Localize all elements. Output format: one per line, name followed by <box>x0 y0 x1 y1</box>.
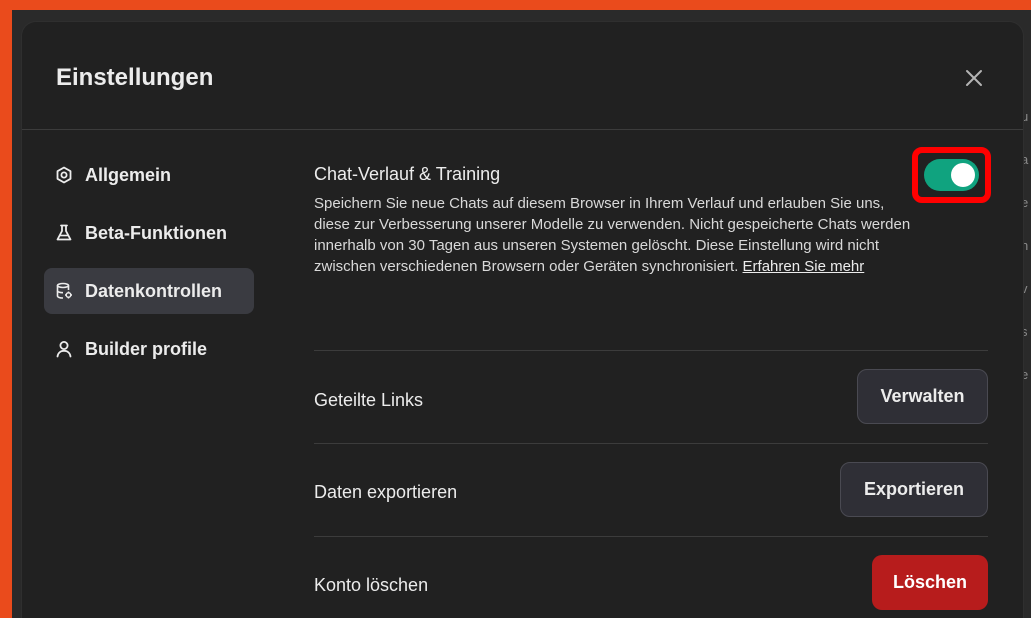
close-button[interactable] <box>960 64 988 92</box>
export-data-button[interactable]: Exportieren <box>840 462 988 517</box>
shared-links-label: Geteilte Links <box>314 390 424 410</box>
delete-account-label: Konto löschen <box>314 575 429 595</box>
person-icon <box>54 339 74 359</box>
sidebar-item-label: Beta-Funktionen <box>85 222 227 243</box>
gear-icon <box>54 165 74 185</box>
sidebar-item-datenkontrollen[interactable]: Datenkontrollen <box>44 268 254 314</box>
modal-header: Einstellungen <box>22 22 1023 130</box>
toggle-knob <box>951 163 975 187</box>
settings-sidebar: Allgemein Beta-Funktionen Datenkontrolle… <box>44 152 279 384</box>
export-data-label: Daten exportieren <box>314 482 458 502</box>
flask-icon <box>54 223 74 243</box>
divider <box>314 350 988 351</box>
divider <box>314 443 988 444</box>
settings-modal: Einstellungen Allgemein Beta-Funktionen … <box>22 22 1023 618</box>
modal-title: Einstellungen <box>56 64 214 91</box>
history-title: Chat-Verlauf & Training <box>314 164 501 184</box>
sidebar-item-builder-profile[interactable]: Builder profile <box>44 326 254 372</box>
database-icon <box>54 281 74 301</box>
divider <box>314 536 988 537</box>
sidebar-item-beta-funktionen[interactable]: Beta-Funktionen <box>44 210 254 256</box>
sidebar-item-allgemein[interactable]: Allgemein <box>44 152 254 198</box>
history-description: Speichern Sie neue Chats auf diesem Brow… <box>314 193 914 277</box>
close-icon <box>966 70 982 86</box>
history-toggle[interactable] <box>924 159 979 191</box>
learn-more-link[interactable]: Erfahren Sie mehr <box>743 258 865 275</box>
sidebar-item-label: Builder profile <box>85 338 208 359</box>
manage-shared-links-button[interactable]: Verwalten <box>857 369 988 424</box>
sidebar-item-label: Datenkontrollen <box>85 280 223 301</box>
delete-account-button[interactable]: Löschen <box>872 555 988 610</box>
sidebar-item-label: Allgemein <box>85 164 172 185</box>
